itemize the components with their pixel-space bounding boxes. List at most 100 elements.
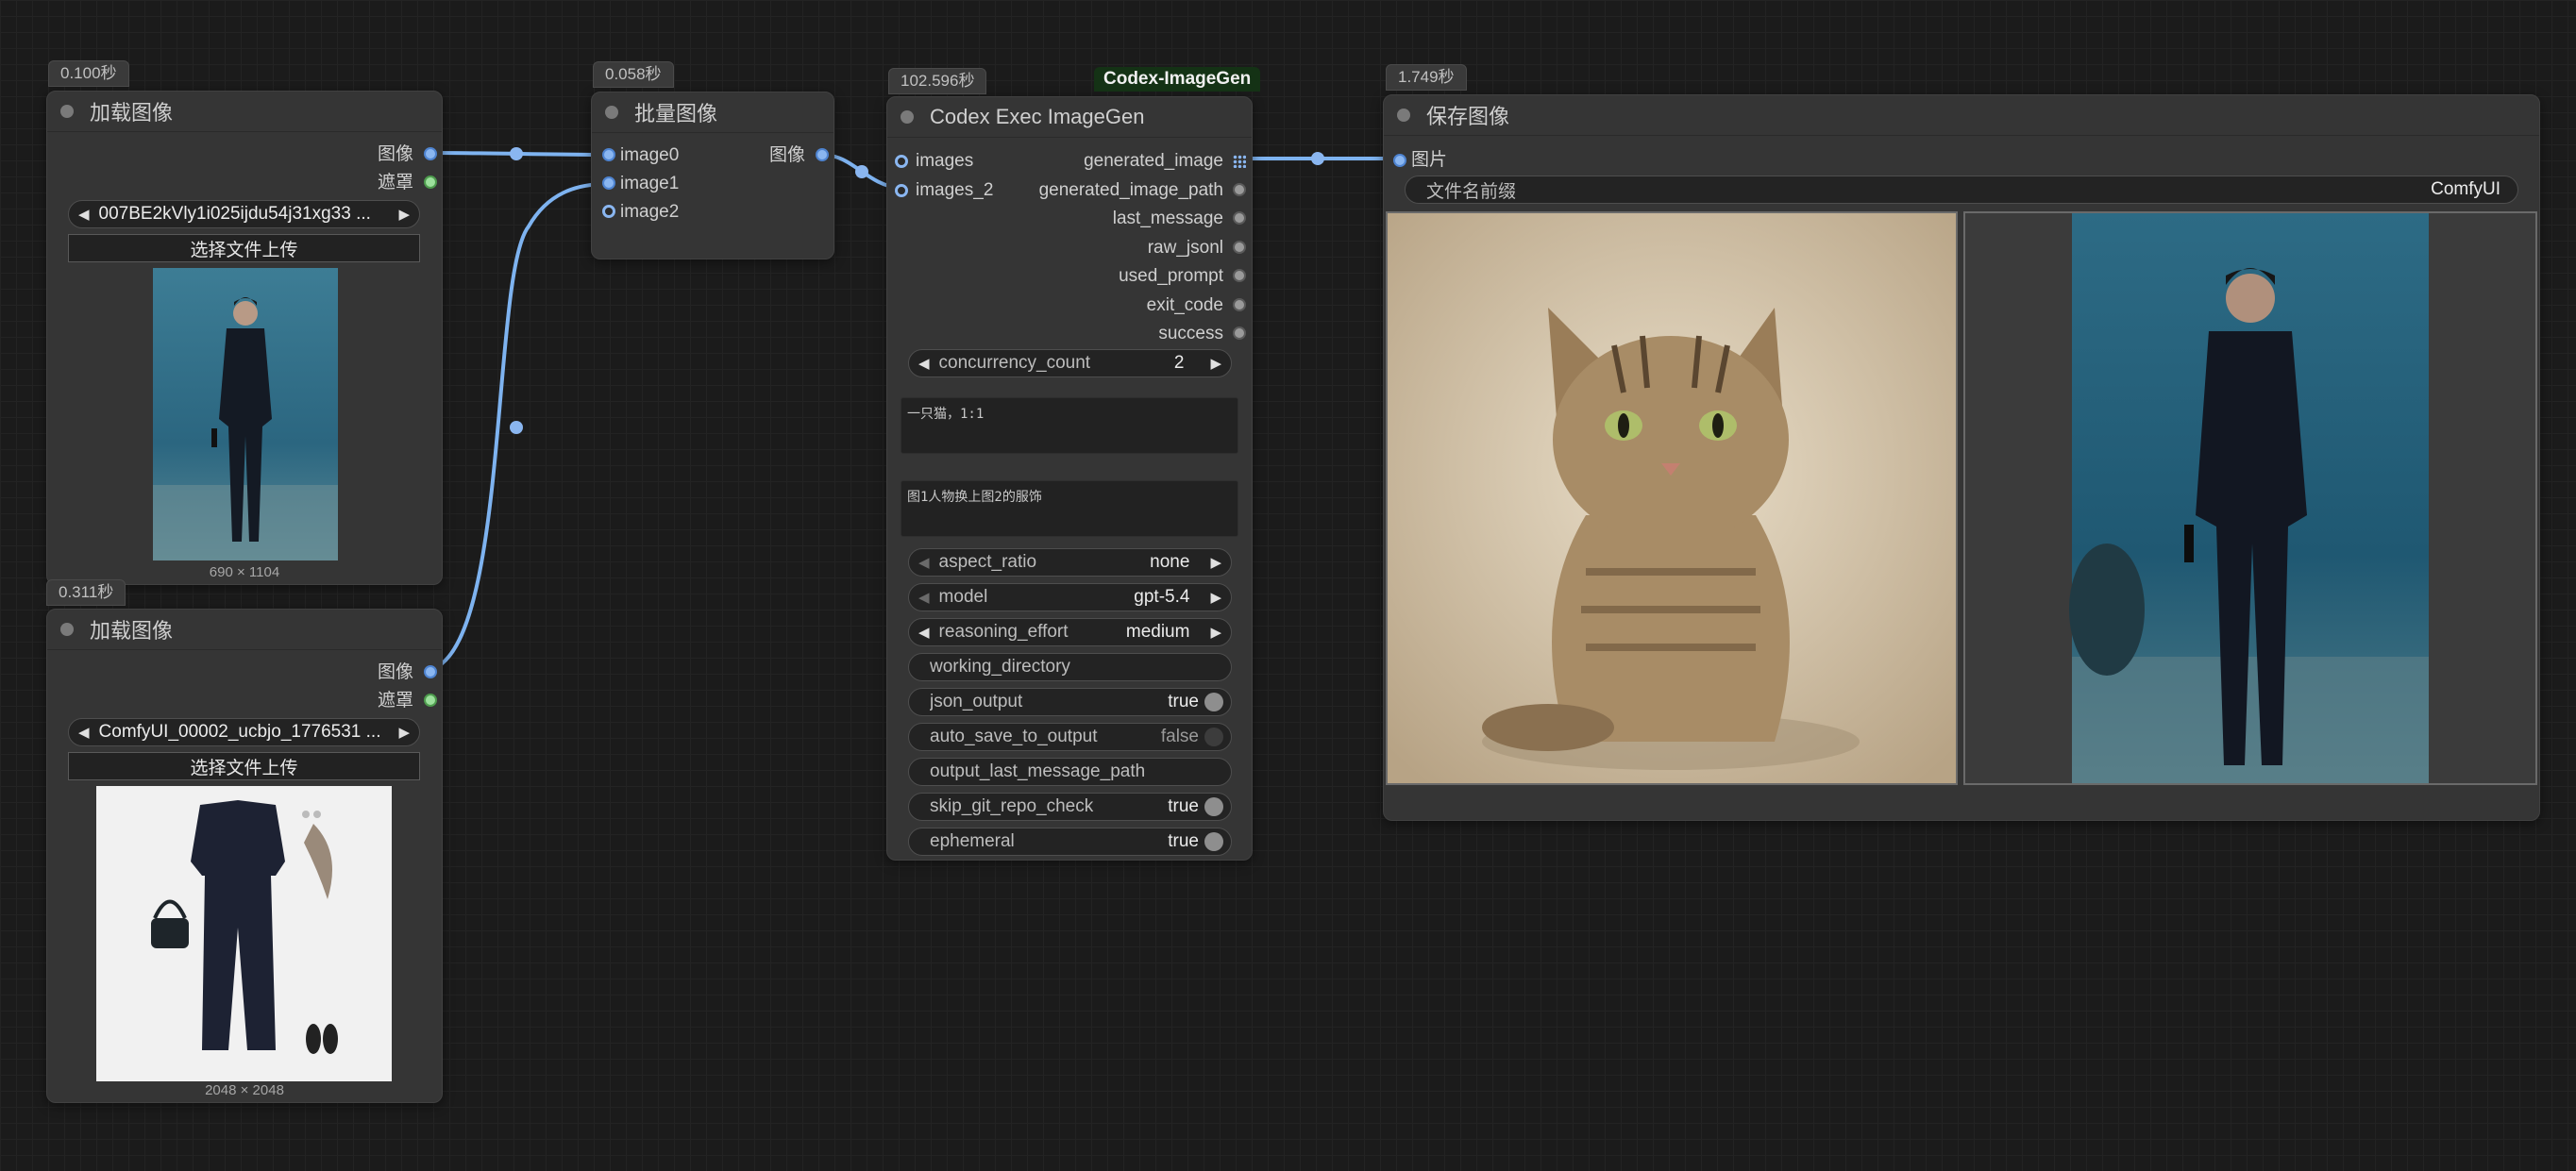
output-used-prompt-label: used_prompt: [1119, 266, 1223, 286]
prev-arrow-icon[interactable]: ◀: [69, 206, 99, 223]
prev-arrow-icon[interactable]: ◀: [69, 724, 99, 741]
input-images2-port[interactable]: [895, 184, 908, 197]
widget-value: true: [1168, 796, 1199, 816]
prompt-textarea-2[interactable]: 图1人物换上图2的服饰: [901, 480, 1238, 537]
output-port[interactable]: [1233, 269, 1246, 282]
ephemeral-toggle[interactable]: ephemeral true: [908, 828, 1232, 856]
image-dimensions: 2048 × 2048: [205, 1082, 284, 1098]
json-output-toggle[interactable]: json_output true: [908, 688, 1232, 716]
image-file-select[interactable]: ◀ 007BE2kVly1i025ijdu54j31xg33 ... ▶: [68, 200, 420, 228]
widget-label: concurrency_count: [938, 353, 1091, 373]
widget-value: none: [1150, 552, 1190, 572]
grid-port-icon[interactable]: [1233, 155, 1246, 168]
node-header[interactable]: 批量图像: [592, 92, 833, 133]
toggle-knob-icon[interactable]: [1204, 797, 1223, 816]
decrement-arrow-icon[interactable]: ◀: [909, 355, 939, 372]
file-name: 007BE2kVly1i025ijdu54j31xg33 ...: [98, 204, 371, 224]
prompt-textarea-1[interactable]: 一只猫，1:1: [901, 397, 1238, 454]
execution-time-badge: 0.100秒: [48, 60, 129, 87]
next-arrow-icon[interactable]: ▶: [389, 206, 419, 223]
concurrency-count-stepper[interactable]: ◀ concurrency_count 2 ▶: [908, 349, 1232, 377]
node-header[interactable]: Codex Exec ImageGen: [887, 97, 1252, 138]
output-last-message-path-field[interactable]: output_last_message_path: [908, 758, 1232, 786]
output-image-port[interactable]: [816, 148, 829, 161]
output-port[interactable]: [1233, 211, 1246, 225]
model-combo[interactable]: ◀ model gpt-5.4 ▶: [908, 583, 1232, 611]
node-title: Codex Exec ImageGen: [930, 105, 1145, 128]
batch-images-node[interactable]: 批量图像 image0 image1 image2 图像: [591, 92, 834, 259]
input-image1-port[interactable]: [602, 176, 615, 190]
input-images2-label: images_2: [916, 180, 994, 200]
node-header[interactable]: 加载图像: [47, 610, 442, 650]
toggle-knob-icon[interactable]: [1204, 693, 1223, 711]
upload-file-button[interactable]: 选择文件上传: [68, 752, 420, 780]
widget-label: aspect_ratio: [938, 552, 1037, 572]
wire-load2-to-batch: [429, 182, 608, 672]
preview-image-man: [153, 268, 338, 560]
node-title: 保存图像: [1426, 105, 1510, 128]
widget-label: auto_save_to_output: [930, 727, 1098, 746]
input-image0-port[interactable]: [602, 148, 615, 161]
image-file-select[interactable]: ◀ ComfyUI_00002_ucbjo_1776531 ... ▶: [68, 718, 420, 746]
output-port[interactable]: [1233, 183, 1246, 196]
input-images-port[interactable]: [895, 155, 908, 168]
increment-arrow-icon[interactable]: ▶: [1201, 355, 1231, 372]
output-image-port[interactable]: [424, 147, 437, 160]
output-mask-port[interactable]: [424, 176, 437, 189]
toggle-knob-icon[interactable]: [1204, 832, 1223, 851]
input-image2-port[interactable]: [602, 205, 615, 218]
prev-arrow-icon[interactable]: ◀: [909, 554, 939, 571]
upload-file-button[interactable]: 选择文件上传: [68, 234, 420, 262]
widget-value: true: [1168, 692, 1199, 711]
collapse-dot-icon[interactable]: [1397, 109, 1410, 122]
execution-time-badge: 1.749秒: [1386, 64, 1467, 91]
output-port[interactable]: [1233, 241, 1246, 254]
collapse-dot-icon[interactable]: [60, 623, 74, 636]
output-generated-image-path-label: generated_image_path: [1038, 180, 1223, 200]
working-directory-field[interactable]: working_directory: [908, 653, 1232, 681]
skip-git-repo-check-toggle[interactable]: skip_git_repo_check true: [908, 793, 1232, 821]
next-arrow-icon[interactable]: ▶: [1201, 589, 1231, 606]
input-image-port[interactable]: [1393, 154, 1406, 167]
output-image-cat: [1386, 211, 1958, 785]
collapse-dot-icon[interactable]: [605, 106, 618, 119]
file-name: ComfyUI_00002_ucbjo_1776531 ...: [98, 722, 381, 742]
aspect-ratio-combo[interactable]: ◀ aspect_ratio none ▶: [908, 548, 1232, 577]
wire-load1-to-batch: [429, 151, 608, 157]
prev-arrow-icon[interactable]: ◀: [909, 624, 939, 641]
node-title: 批量图像: [634, 102, 718, 125]
load-image-node-2[interactable]: 加载图像 图像 遮罩 ◀ ComfyUI_00002_ucbjo_1776531…: [46, 609, 443, 1103]
node-title: 加载图像: [90, 101, 174, 125]
input-image2-label: image2: [620, 202, 680, 222]
codex-exec-imagegen-node[interactable]: Codex Exec ImageGen images images_2 gene…: [886, 96, 1253, 861]
output-success-label: success: [1158, 324, 1223, 343]
output-mask-port[interactable]: [424, 694, 437, 707]
next-arrow-icon[interactable]: ▶: [1201, 554, 1231, 571]
output-image-port[interactable]: [424, 665, 437, 678]
widget-label: working_directory: [930, 657, 1070, 677]
reasoning-effort-combo[interactable]: ◀ reasoning_effort medium ▶: [908, 618, 1232, 646]
output-port[interactable]: [1233, 298, 1246, 311]
widget-label: output_last_message_path: [930, 761, 1146, 781]
next-arrow-icon[interactable]: ▶: [389, 724, 419, 741]
auto-save-toggle[interactable]: auto_save_to_output false: [908, 723, 1232, 751]
node-title: 加载图像: [90, 619, 174, 643]
node-header[interactable]: 保存图像: [1384, 95, 2539, 136]
execution-time-badge: 0.311秒: [46, 579, 126, 606]
input-image0-label: image0: [620, 145, 680, 165]
input-image-label: 图片: [1411, 150, 1448, 170]
filename-prefix-field[interactable]: 文件名前缀 ComfyUI: [1405, 176, 2518, 204]
preview-image-outfit: [96, 786, 392, 1081]
widget-value: 2: [1173, 353, 1185, 373]
toggle-knob-icon[interactable]: [1204, 728, 1223, 746]
next-arrow-icon[interactable]: ▶: [1201, 624, 1231, 641]
output-port[interactable]: [1233, 326, 1246, 340]
prev-arrow-icon[interactable]: ◀: [909, 589, 939, 606]
load-image-node-1[interactable]: 加载图像 图像 遮罩 ◀ 007BE2kVly1i025ijdu54j31xg3…: [46, 91, 443, 585]
collapse-dot-icon[interactable]: [60, 105, 74, 118]
save-image-node[interactable]: 保存图像 图片 文件名前缀 ComfyUI: [1383, 94, 2540, 821]
collapse-dot-icon[interactable]: [901, 110, 914, 124]
node-header[interactable]: 加载图像: [47, 92, 442, 132]
widget-value: true: [1168, 831, 1199, 851]
input-images-label: images: [916, 151, 974, 171]
